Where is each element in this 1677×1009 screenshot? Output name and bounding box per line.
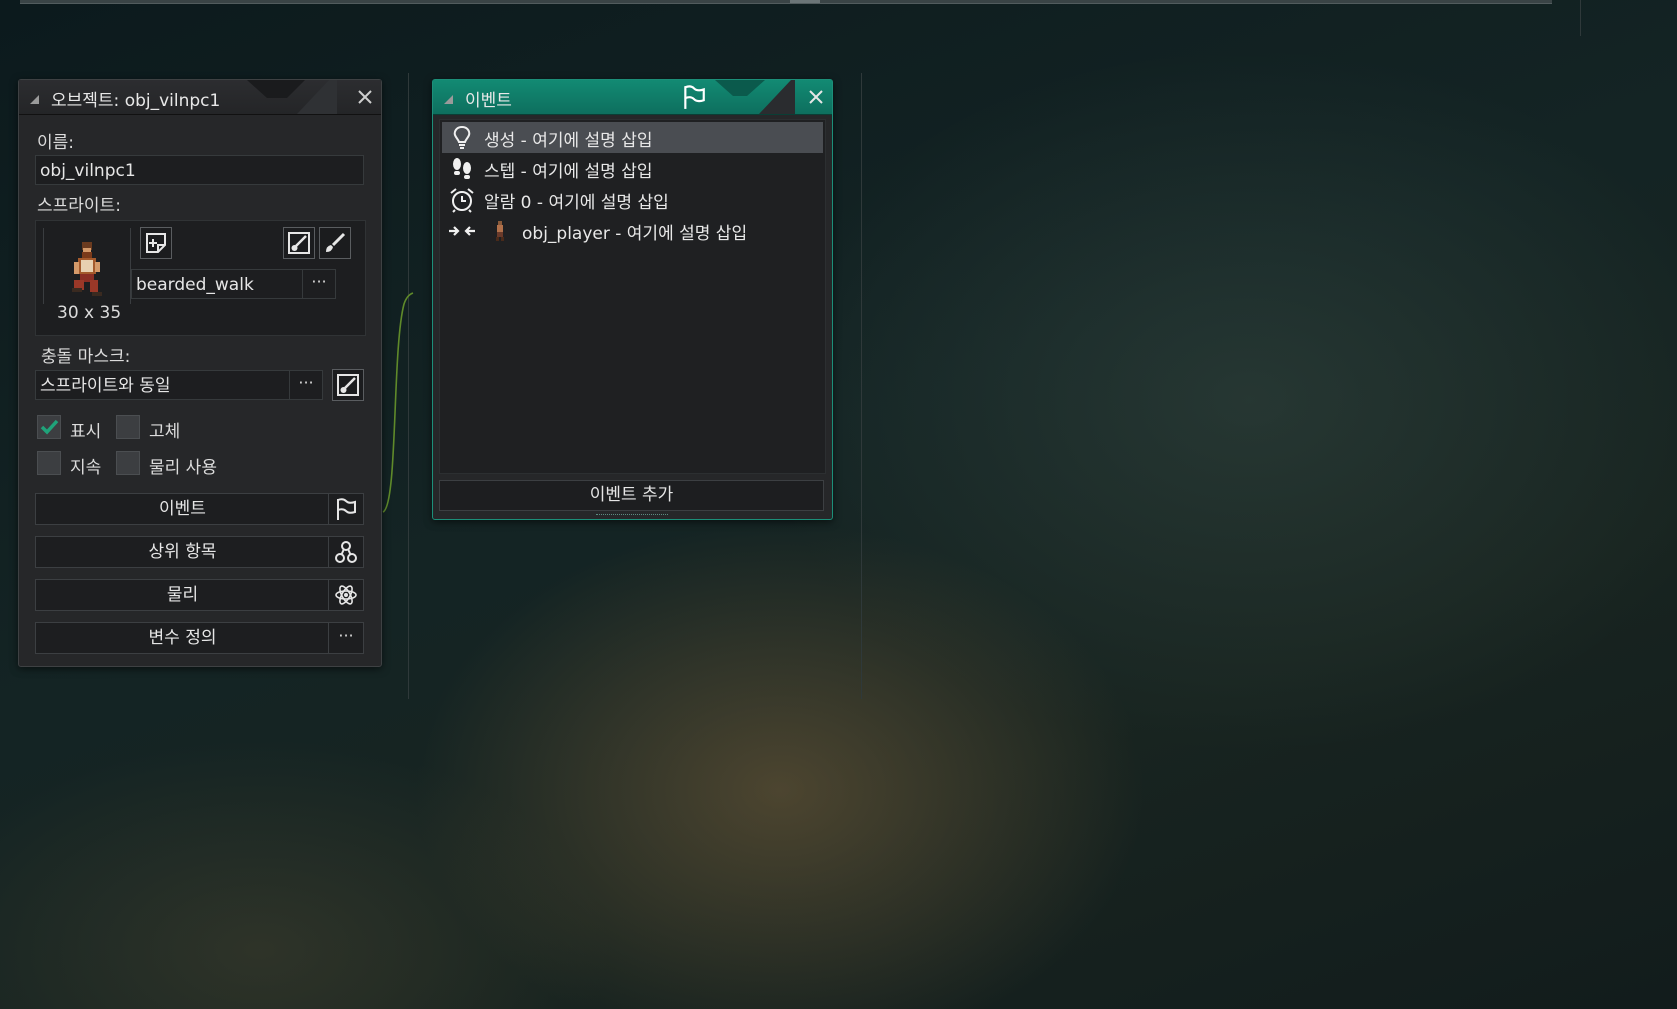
collapse-icon[interactable] bbox=[30, 95, 39, 104]
collision-icon bbox=[449, 226, 475, 236]
tab-notch bbox=[247, 80, 337, 114]
close-icon[interactable] bbox=[806, 87, 826, 107]
uses-physics-label: 물리 사용 bbox=[149, 458, 217, 478]
visible-label: 표시 bbox=[70, 422, 102, 442]
visible-checkbox[interactable] bbox=[37, 415, 61, 439]
workspace-top-bar bbox=[20, 0, 1552, 4]
flag-icon-wrap bbox=[328, 494, 363, 524]
sprite-browse-button[interactable]: ··· bbox=[302, 269, 336, 299]
more-icon: ··· bbox=[338, 626, 354, 645]
event-row-create[interactable]: 생성 - 여기에 설명 삽입 bbox=[442, 122, 823, 153]
events-panel-title: 이벤트 bbox=[465, 91, 512, 111]
workspace-divider bbox=[861, 73, 862, 699]
edit-image-icon bbox=[288, 232, 310, 254]
sprite-image bbox=[72, 242, 102, 296]
close-icon[interactable] bbox=[355, 87, 375, 107]
sprite-label: 스프라이트: bbox=[37, 196, 121, 216]
object-panel: 오브젝트: obj_vilnpc1 이름: obj_vilnpc1 스프라이트: bbox=[18, 79, 382, 667]
new-sprite-button[interactable] bbox=[140, 227, 172, 259]
physics-button-label: 물리 bbox=[166, 585, 199, 605]
solid-label: 고체 bbox=[149, 422, 181, 442]
collapse-icon[interactable] bbox=[444, 95, 453, 104]
solid-checkbox[interactable] bbox=[116, 415, 140, 439]
event-label: 알람 0 - 여기에 설명 삽입 bbox=[484, 193, 669, 213]
persistent-label: 지속 bbox=[70, 458, 102, 478]
hierarchy-icon bbox=[335, 541, 357, 563]
new-sprite-icon bbox=[146, 233, 166, 253]
hierarchy-icon-wrap bbox=[328, 537, 363, 567]
event-label: 스텝 - 여기에 설명 삽입 bbox=[484, 162, 653, 182]
object-panel-title: 오브젝트: obj_vilnpc1 bbox=[51, 91, 221, 111]
events-panel-header[interactable]: 이벤트 bbox=[433, 80, 832, 115]
events-panel: 이벤트 생성 - 여기에 설명 삽입 스텝 - 여기에 설명 삽입 알람 0 -… bbox=[432, 79, 833, 520]
tab-notch bbox=[715, 80, 795, 114]
event-row-alarm[interactable]: 알람 0 - 여기에 설명 삽입 bbox=[442, 184, 823, 215]
flag-icon bbox=[684, 85, 705, 109]
footsteps-icon bbox=[453, 158, 471, 179]
add-event-button[interactable]: 이벤트 추가 bbox=[439, 480, 824, 511]
more-icon-wrap: ··· bbox=[328, 623, 363, 653]
events-button-label: 이벤트 bbox=[159, 499, 206, 519]
persistent-checkbox[interactable] bbox=[37, 451, 61, 475]
physics-button[interactable]: 물리 bbox=[35, 579, 364, 611]
events-button[interactable]: 이벤트 bbox=[35, 493, 364, 525]
atom-icon-wrap bbox=[328, 580, 363, 610]
edit-image-icon bbox=[337, 374, 359, 396]
sprite-name-field[interactable]: bearded_walk bbox=[131, 269, 303, 299]
edit-sprite-button[interactable] bbox=[283, 227, 315, 259]
collision-mask-browse-button[interactable]: ··· bbox=[289, 370, 323, 400]
variable-definitions-label: 변수 정의 bbox=[148, 628, 217, 648]
sprite-preview[interactable] bbox=[43, 228, 131, 304]
workspace-divider bbox=[1580, 0, 1581, 36]
uses-physics-checkbox[interactable] bbox=[116, 451, 140, 475]
top-bar-grip[interactable] bbox=[790, 0, 820, 3]
event-row-collision[interactable]: obj_player - 여기에 설명 삽입 bbox=[442, 215, 823, 246]
collision-mask-field[interactable]: 스프라이트와 동일 bbox=[35, 370, 290, 400]
collision-mask-label: 충돌 마스크: bbox=[41, 347, 131, 367]
edit-mask-button[interactable] bbox=[332, 369, 364, 401]
name-label: 이름: bbox=[37, 133, 75, 153]
event-row-step[interactable]: 스텝 - 여기에 설명 삽입 bbox=[442, 153, 823, 184]
object-panel-header[interactable]: 오브젝트: obj_vilnpc1 bbox=[19, 80, 381, 115]
player-sprite-icon bbox=[496, 221, 504, 241]
alarm-clock-icon bbox=[450, 188, 474, 213]
parent-button[interactable]: 상위 항목 bbox=[35, 536, 364, 568]
variable-definitions-button[interactable]: 변수 정의 ··· bbox=[35, 622, 364, 654]
brush-button[interactable] bbox=[319, 227, 351, 259]
sprite-section: 30 x 35 bearded_walk ··· bbox=[35, 220, 366, 336]
flag-icon bbox=[337, 498, 356, 520]
event-list: 생성 - 여기에 설명 삽입 스텝 - 여기에 설명 삽입 알람 0 - 여기에… bbox=[439, 119, 826, 474]
sprite-size: 30 x 35 bbox=[57, 303, 122, 323]
name-field[interactable]: obj_vilnpc1 bbox=[35, 155, 364, 185]
event-label: obj_player - 여기에 설명 삽입 bbox=[522, 224, 748, 244]
resize-grip[interactable] bbox=[596, 514, 668, 518]
panel-connector-line bbox=[382, 292, 414, 513]
atom-icon bbox=[335, 585, 357, 605]
parent-button-label: 상위 항목 bbox=[148, 542, 217, 562]
event-label: 생성 - 여기에 설명 삽입 bbox=[484, 131, 653, 151]
brush-icon bbox=[326, 232, 346, 252]
lightbulb-icon bbox=[453, 125, 471, 149]
check-icon bbox=[40, 419, 59, 435]
